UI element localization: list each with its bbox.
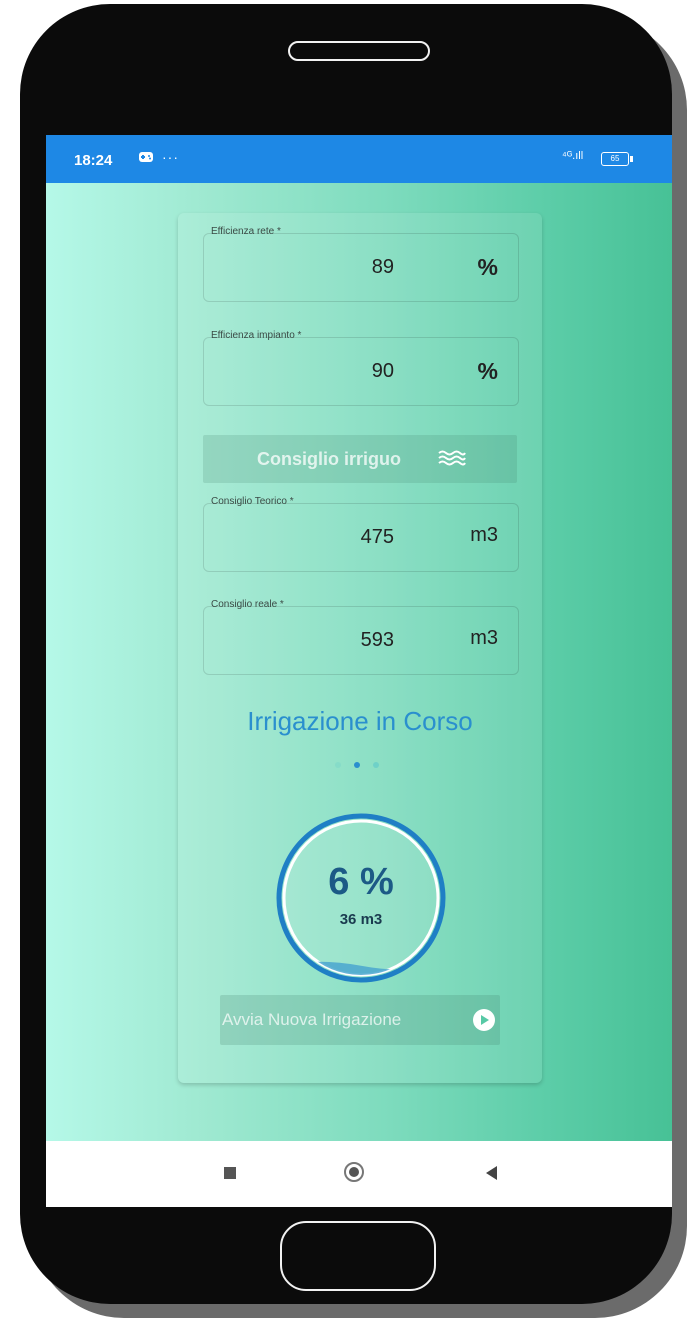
percent-unit: % [477,254,498,280]
status-bar: 18:24 ··· ⁴ᴳ.ıll 65 [46,135,672,183]
pager-dot-active[interactable] [354,762,360,768]
volume-unit: m3 [470,627,498,649]
consiglio-irriguo-button[interactable]: Consiglio irriguo [203,435,517,483]
signal-icon: ⁴ᴳ.ıll [562,150,584,162]
volume-unit: m3 [470,524,498,546]
battery-icon: 65 [601,152,633,166]
irrigation-card: Efficienza rete * 89 % Efficienza impian… [178,213,542,1083]
field-label: Consiglio reale * [211,599,284,610]
field-value[interactable]: 89 [204,256,394,279]
irrigation-status-title: Irrigazione in Corso [247,706,473,736]
efficienza-impianto-field[interactable]: Efficienza impianto * 90 % [203,330,519,406]
gamepad-icon [139,152,153,162]
field-label: Consiglio Teorico * [211,496,294,507]
hardware-home-button[interactable] [280,1221,436,1291]
android-nav-bar [46,1141,672,1207]
button-label: Consiglio irriguo [257,449,401,469]
progress-percent: 6 % [328,861,394,903]
waves-icon [438,450,466,466]
field-value[interactable]: 475 [204,526,394,549]
status-time: 18:24 [74,152,113,169]
pager-dot[interactable] [335,762,341,768]
field-label: Efficienza impianto * [211,330,302,341]
home-button[interactable] [344,1162,364,1182]
consiglio-reale-field[interactable]: Consiglio reale * 593 m3 [203,599,519,675]
back-button[interactable] [486,1166,497,1180]
phone-frame: 18:24 ··· ⁴ᴳ.ıll 65 Efficienza rete * 89… [20,4,672,1304]
field-value[interactable]: 593 [204,629,394,652]
app-screen: 18:24 ··· ⁴ᴳ.ıll 65 Efficienza rete * 89… [46,135,672,1207]
speaker-grille [288,41,430,61]
more-notifications-icon: ··· [162,149,179,165]
consiglio-teorico-field[interactable]: Consiglio Teorico * 475 m3 [203,496,519,572]
field-value[interactable]: 90 [204,360,394,383]
button-label: Avvia Nuova Irrigazione [222,1010,402,1029]
field-label: Efficienza rete * [211,226,281,237]
play-icon [473,1009,495,1031]
percent-unit: % [477,358,498,384]
pager-dot[interactable] [373,762,379,768]
recents-button[interactable] [224,1167,236,1179]
progress-volume: 36 m3 [339,911,383,928]
start-irrigation-button[interactable]: Avvia Nuova Irrigazione [220,995,500,1045]
efficienza-rete-field[interactable]: Efficienza rete * 89 % [203,226,519,302]
irrigation-progress-gauge: 6 % 36 m3 [258,813,464,983]
